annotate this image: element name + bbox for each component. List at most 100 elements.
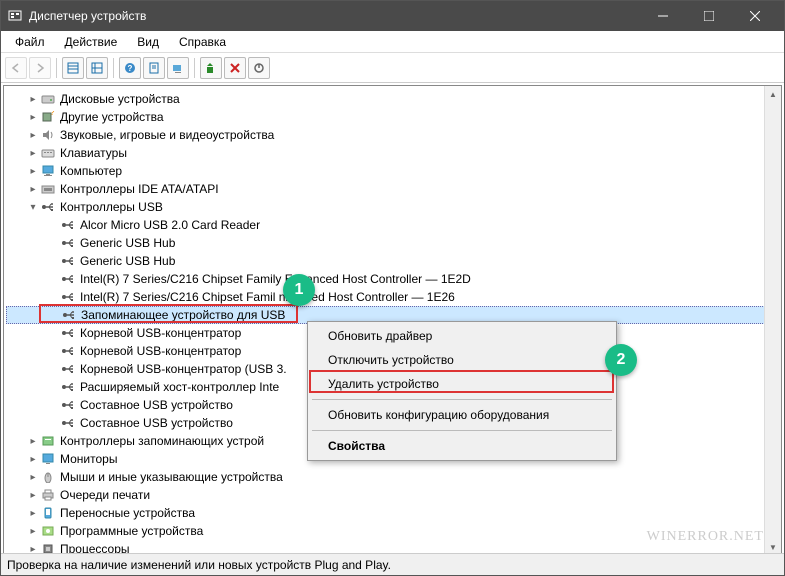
usb-icon [60,326,76,340]
uninstall-button[interactable] [224,57,246,79]
tree-item-label: Другие устройства [60,110,164,124]
expand-toggle-icon[interactable]: ▸ [26,94,40,105]
scroll-up-icon[interactable]: ▲ [765,86,781,103]
ide-icon [40,182,56,196]
tree-item[interactable]: Intel(R) 7 Series/C216 Chipset Famil nha… [6,288,779,306]
tree-item-label: Мониторы [60,452,117,466]
help-button[interactable]: ? [119,57,141,79]
ctx-remove-device[interactable]: Удалить устройство [310,372,614,396]
ctx-update-driver[interactable]: Обновить драйвер [310,324,614,348]
update-driver-button[interactable] [200,57,222,79]
usb-icon [60,398,76,412]
expand-toggle-icon[interactable]: ▸ [26,112,40,123]
tree-item-label: Программные устройства [60,524,203,538]
tree-item-label: Корневой USB-концентратор [80,344,241,358]
close-button[interactable] [732,1,778,31]
tree-item[interactable]: ▸ Очереди печати [6,486,779,504]
expand-toggle-icon[interactable]: ▸ [26,130,40,141]
tree-item[interactable]: Generic USB Hub [6,252,779,270]
tree-item[interactable]: ▸ Клавиатуры [6,144,779,162]
tree-item[interactable]: ▸ Мыши и иные указывающие устройства [6,468,779,486]
tree-item-label: Составное USB устройство [80,416,233,430]
expand-toggle-icon[interactable]: ▸ [26,508,40,519]
view-list-button[interactable] [62,57,84,79]
tree-item-label: Компьютер [60,164,122,178]
expand-toggle-icon[interactable]: ▸ [26,148,40,159]
tree-item[interactable]: Intel(R) 7 Series/C216 Chipset Family En… [6,270,779,288]
keyboard-icon [40,146,56,160]
portable-icon [40,506,56,520]
back-button[interactable] [5,57,27,79]
tree-item-label: Корневой USB-концентратор [80,326,241,340]
expand-toggle-icon[interactable]: ▸ [26,184,40,195]
menu-action[interactable]: Действие [55,33,128,51]
tree-item-label: Клавиатуры [60,146,127,160]
software-icon [40,524,56,538]
tree-item[interactable]: ▸? Другие устройства [6,108,779,126]
toolbar: ? [1,53,784,83]
storage-icon [40,434,56,448]
tree-item-label: Дисковые устройства [60,92,180,106]
titlebar: Диспетчер устройств [1,1,784,31]
window-title: Диспетчер устройств [29,9,640,23]
context-menu: Обновить драйвер Отключить устройство Уд… [307,321,617,461]
scan-button[interactable] [167,57,189,79]
tree-item-label: Очереди печати [60,488,150,502]
expand-toggle-icon[interactable]: ▾ [26,202,40,213]
tree-item-label: Intel(R) 7 Series/C216 Chipset Famil nha… [80,290,455,304]
view-tree-button[interactable] [86,57,108,79]
forward-button[interactable] [29,57,51,79]
tree-item-label: Звуковые, игровые и видеоустройства [60,128,274,142]
usb-icon [60,380,76,394]
tree-item[interactable]: ▸ Переносные устройства [6,504,779,522]
tree-item-label: Intel(R) 7 Series/C216 Chipset Family En… [80,272,471,286]
usb-icon [40,200,56,214]
tree-item-label: Мыши и иные указывающие устройства [60,470,283,484]
tree-item-label: Переносные устройства [60,506,195,520]
usb-icon [60,218,76,232]
tree-item[interactable]: ▸Контроллеры IDE ATA/ATAPI [6,180,779,198]
tree-item[interactable]: Generic USB Hub [6,234,779,252]
usb-icon [60,254,76,268]
menu-help[interactable]: Справка [169,33,236,51]
usb-icon [60,362,76,376]
minimize-button[interactable] [640,1,686,31]
tree-item[interactable]: ▸ Компьютер [6,162,779,180]
tree-item[interactable]: ▸ Звуковые, игровые и видеоустройства [6,126,779,144]
tree-item[interactable]: ▸ Дисковые устройства [6,90,779,108]
tree-item[interactable]: ▾ Контроллеры USB [6,198,779,216]
ctx-refresh-config[interactable]: Обновить конфигурацию оборудования [310,403,614,427]
monitor-icon [40,452,56,466]
scrollbar[interactable]: ▲ ▼ [764,86,781,556]
ctx-disable-device[interactable]: Отключить устройство [310,348,614,372]
other-icon: ? [40,110,56,124]
disable-button[interactable] [248,57,270,79]
usb-icon [60,236,76,250]
tree-item-label: Корневой USB-концентратор (USB 3. [80,362,287,376]
printer-icon [40,488,56,502]
menu-view[interactable]: Вид [127,33,169,51]
expand-toggle-icon[interactable]: ▸ [26,166,40,177]
menubar: Файл Действие Вид Справка [1,31,784,53]
properties-button[interactable] [143,57,165,79]
tree-item[interactable]: Alcor Micro USB 2.0 Card Reader [6,216,779,234]
ctx-properties[interactable]: Свойства [310,434,614,458]
drive-icon [40,92,56,106]
status-text: Проверка на наличие изменений или новых … [7,558,391,572]
expand-toggle-icon[interactable]: ▸ [26,472,40,483]
tree-item-label: Alcor Micro USB 2.0 Card Reader [80,218,260,232]
menu-file[interactable]: Файл [5,33,55,51]
expand-toggle-icon[interactable]: ▸ [26,526,40,537]
tree-item-label: Generic USB Hub [80,254,175,268]
expand-toggle-icon[interactable]: ▸ [26,454,40,465]
maximize-button[interactable] [686,1,732,31]
expand-toggle-icon[interactable]: ▸ [26,436,40,447]
tree-item-label: Запоминающее устройство для USB [81,308,285,322]
mouse-icon [40,470,56,484]
tree-item-label: Контроллеры запоминающих устрой [60,434,264,448]
usb-icon [60,290,76,304]
expand-toggle-icon[interactable]: ▸ [26,490,40,501]
usb-icon [61,308,77,322]
tree-item-label: Контроллеры USB [60,200,163,214]
annotation-badge-1: 1 [283,274,315,306]
